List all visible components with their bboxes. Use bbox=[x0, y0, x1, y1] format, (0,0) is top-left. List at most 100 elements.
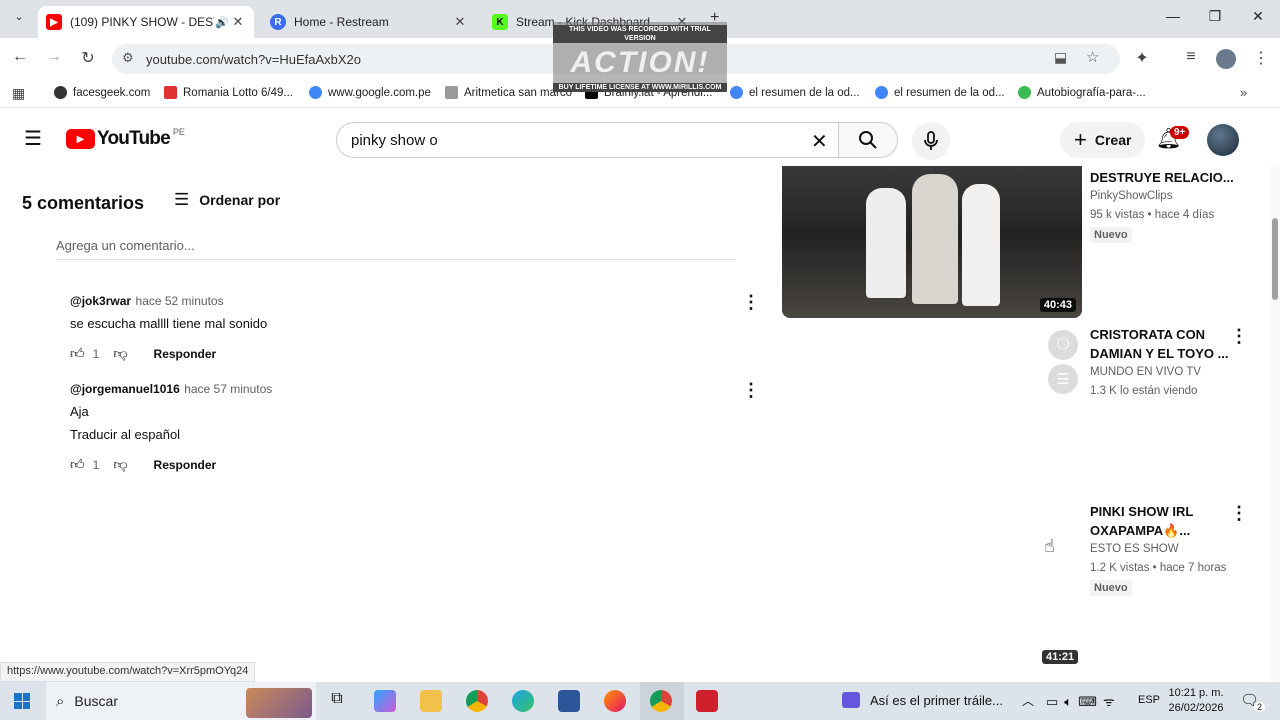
google-icon bbox=[875, 86, 888, 99]
comment-author[interactable]: @jorgemanuel1016 bbox=[70, 382, 180, 396]
dislike-icon[interactable]: 👎︎ bbox=[113, 456, 127, 473]
site-info-icon[interactable]: ⚙ bbox=[122, 50, 134, 66]
bookmark-page-icon bbox=[445, 86, 458, 99]
video-title-line[interactable]: DAMIAN Y EL TOYO ... bbox=[1090, 344, 1250, 363]
back-icon[interactable]: ← bbox=[9, 48, 31, 66]
search-button[interactable] bbox=[838, 122, 898, 158]
like-icon[interactable]: 👍︎ bbox=[70, 345, 85, 362]
bookmark-item[interactable]: facesgeek.com bbox=[54, 86, 150, 99]
video-meta: 1.3 K lo están viendo bbox=[1090, 385, 1198, 397]
reply-button[interactable]: Responder bbox=[154, 458, 217, 472]
video-info[interactable]: PINKI SHOW IRL OXAPAMPA🔥... ESTO ES SHOW… bbox=[1090, 502, 1250, 596]
google-icon bbox=[730, 86, 743, 99]
reply-button[interactable]: Responder bbox=[154, 347, 217, 361]
bookmark-item[interactable]: Romania Lotto 6/49... bbox=[164, 86, 293, 99]
video-options-icon[interactable]: ⋮ bbox=[1230, 503, 1248, 524]
video-title-line[interactable]: CRISTORATA CON bbox=[1090, 325, 1250, 344]
file-explorer-icon[interactable] bbox=[420, 690, 442, 712]
plus-icon: + bbox=[1074, 127, 1087, 152]
dislike-icon[interactable]: 👎︎ bbox=[113, 345, 127, 362]
close-window-icon[interactable]: ✕ bbox=[1243, 8, 1273, 25]
language-indicator[interactable]: ESP bbox=[1138, 694, 1160, 706]
chrome-icon[interactable] bbox=[466, 690, 488, 712]
user-avatar[interactable] bbox=[1207, 124, 1239, 156]
word-icon[interactable] bbox=[558, 690, 580, 712]
video-thumbnail[interactable]: 40:43 bbox=[782, 166, 1082, 318]
recorder-app-icon[interactable] bbox=[696, 690, 718, 712]
comment-time[interactable]: hace 52 minutos bbox=[136, 294, 224, 308]
like-count: 1 bbox=[92, 457, 100, 472]
video-title-line[interactable]: PINKI SHOW IRL bbox=[1090, 502, 1250, 521]
channel-name[interactable]: ESTO ES SHOW bbox=[1090, 540, 1250, 559]
scrollbar-thumb[interactable] bbox=[1272, 218, 1278, 300]
sort-button[interactable]: ☰ Ordenar por bbox=[174, 190, 280, 210]
tab-title: Home - Restream bbox=[294, 15, 389, 29]
voice-search-button[interactable] bbox=[912, 122, 950, 160]
reload-icon[interactable]: ↻ bbox=[77, 48, 99, 68]
create-button[interactable]: + Crear bbox=[1060, 122, 1146, 158]
watch-later-icon[interactable]: 🕓︎ bbox=[1048, 330, 1078, 360]
speaker-icon[interactable]: 🔊 bbox=[214, 16, 230, 29]
video-title[interactable]: DESTRUYE RELACIO... bbox=[1090, 168, 1250, 187]
comment-author[interactable]: @jok3rwar bbox=[70, 294, 131, 308]
search-highlight-image bbox=[246, 688, 312, 718]
video-options-icon[interactable]: ⋮ bbox=[1230, 326, 1248, 347]
edge-icon[interactable] bbox=[512, 690, 534, 712]
clear-search-icon[interactable]: ✕ bbox=[811, 129, 828, 154]
menu-icon[interactable]: ⋮ bbox=[1250, 48, 1272, 68]
bookmark-item[interactable]: Autobiografía-para-... bbox=[1018, 86, 1146, 99]
youtube-logo[interactable]: ▶ YouTube PE bbox=[66, 127, 185, 150]
comment-time[interactable]: hace 57 minutos bbox=[184, 382, 272, 396]
close-tab-icon[interactable]: ✕ bbox=[452, 14, 468, 30]
channel-name[interactable]: PinkyShowClips bbox=[1090, 187, 1250, 206]
kick-favicon-icon: K bbox=[492, 14, 508, 30]
search-input[interactable]: pinky show o ✕ bbox=[336, 122, 840, 158]
windows-start-icon[interactable] bbox=[14, 693, 30, 709]
tray-overflow-icon[interactable]: ︿ bbox=[1022, 692, 1034, 709]
profile-avatar[interactable] bbox=[1216, 49, 1236, 69]
media-control-icon[interactable]: ≡ bbox=[1180, 48, 1202, 66]
youtube-header: ☰ ▶ YouTube PE pinky show o ✕ + Crear 🔔︎… bbox=[0, 114, 1280, 166]
extensions-icon[interactable]: ✦ bbox=[1131, 48, 1153, 68]
chrome-icon[interactable] bbox=[650, 690, 672, 712]
tab-search-icon[interactable]: ⌄ bbox=[10, 10, 28, 28]
bookmark-item[interactable]: www.google.com.pe bbox=[309, 86, 431, 99]
bookmark-item[interactable]: el resumen de la od... bbox=[875, 86, 1005, 99]
comment-options-icon[interactable]: ⋮ bbox=[742, 292, 760, 313]
tab-youtube[interactable]: ▶ (109) PINKY SHOW - DESTR 🔊 ✕ bbox=[38, 6, 254, 38]
minimize-icon[interactable]: — bbox=[1158, 8, 1188, 24]
firefox-icon[interactable] bbox=[604, 690, 626, 712]
media-widget[interactable]: Así es el primer tráile... bbox=[842, 692, 1003, 708]
video-title-line[interactable]: OXAPAMPA🔥... bbox=[1090, 521, 1250, 540]
page-scrollbar[interactable] bbox=[1270, 166, 1280, 682]
copilot-icon[interactable] bbox=[374, 690, 396, 712]
hamburger-menu-icon[interactable]: ☰ bbox=[24, 128, 42, 150]
restore-icon[interactable]: ❐ bbox=[1200, 8, 1230, 25]
add-comment-input[interactable]: Agrega un comentario... bbox=[56, 238, 736, 260]
tab-restream[interactable]: R Home - Restream ✕ bbox=[262, 6, 476, 38]
install-icon[interactable]: ⬓ bbox=[1054, 49, 1067, 66]
bookmark-item[interactable]: el resumen de la od... bbox=[730, 86, 860, 99]
video-duration: 41:21 bbox=[1042, 650, 1079, 664]
video-info[interactable]: DESTRUYE RELACIO... PinkyShowClips 95 k … bbox=[1090, 168, 1250, 243]
comment-options-icon[interactable]: ⋮ bbox=[742, 380, 760, 401]
mic-icon bbox=[924, 131, 938, 150]
apps-icon[interactable]: ▦ bbox=[12, 85, 25, 102]
new-badge: Nuevo bbox=[1090, 227, 1132, 243]
clock[interactable]: 10:21 p. m. 26/02/2026 bbox=[1168, 686, 1224, 716]
taskbar-search[interactable]: ⌕ Buscar bbox=[46, 682, 316, 720]
tray-icons[interactable]: ▭🔈︎⌨︎ᯤ bbox=[1046, 692, 1121, 710]
close-tab-icon[interactable]: ✕ bbox=[230, 14, 246, 30]
bookmark-star-icon[interactable]: ☆ bbox=[1086, 48, 1099, 66]
thumbnail-person bbox=[962, 184, 1000, 306]
thumbnail-person bbox=[866, 188, 906, 298]
task-view-icon[interactable]: ⧉ bbox=[326, 690, 348, 712]
bookmarks-overflow-icon[interactable]: » bbox=[1240, 85, 1247, 100]
like-icon[interactable]: 👍︎ bbox=[70, 456, 85, 473]
translate-link[interactable]: Traducir al español bbox=[70, 427, 760, 442]
channel-name[interactable]: MUNDO EN VIVO TV bbox=[1090, 363, 1250, 382]
new-badge: Nuevo bbox=[1090, 580, 1132, 596]
add-to-queue-icon[interactable]: ☰ bbox=[1048, 364, 1078, 394]
video-info[interactable]: CRISTORATA CON DAMIAN Y EL TOYO ... MUND… bbox=[1090, 325, 1250, 401]
forward-icon[interactable]: → bbox=[43, 48, 65, 66]
